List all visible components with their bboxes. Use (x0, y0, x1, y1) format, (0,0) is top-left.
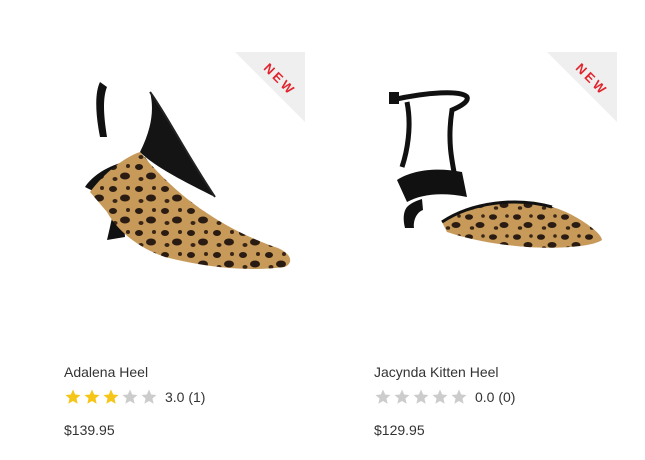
star-empty-icon (393, 388, 411, 406)
product-price: $129.95 (374, 422, 425, 438)
product-image[interactable]: NEW (55, 52, 305, 332)
star-filled-icon (83, 388, 101, 406)
product-name[interactable]: Adalena Heel (64, 364, 148, 380)
star-empty-icon (412, 388, 430, 406)
star-empty-icon (121, 388, 139, 406)
rating-text: 0.0 (0) (475, 389, 516, 405)
product-rating[interactable]: 0.0 (0) (374, 387, 515, 407)
new-badge: NEW (547, 52, 617, 122)
star-rating (374, 388, 469, 406)
rating-text: 3.0 (1) (165, 389, 206, 405)
new-badge: NEW (235, 52, 305, 122)
star-empty-icon (374, 388, 392, 406)
product-card-jacynda-kitten-heel[interactable]: NEW Jacynda Kitten Heel 0.0 (0) $129.95 (310, 0, 620, 460)
star-rating (64, 388, 159, 406)
star-empty-icon (450, 388, 468, 406)
star-empty-icon (431, 388, 449, 406)
product-image[interactable]: NEW (367, 52, 617, 332)
star-filled-icon (102, 388, 120, 406)
star-filled-icon (64, 388, 82, 406)
star-empty-icon (140, 388, 158, 406)
product-price: $139.95 (64, 422, 115, 438)
product-name[interactable]: Jacynda Kitten Heel (374, 364, 499, 380)
product-rating[interactable]: 3.0 (1) (64, 387, 205, 407)
product-card-adalena-heel[interactable]: NEW Adalena Heel 3.0 (1) $139.95 (0, 0, 310, 460)
